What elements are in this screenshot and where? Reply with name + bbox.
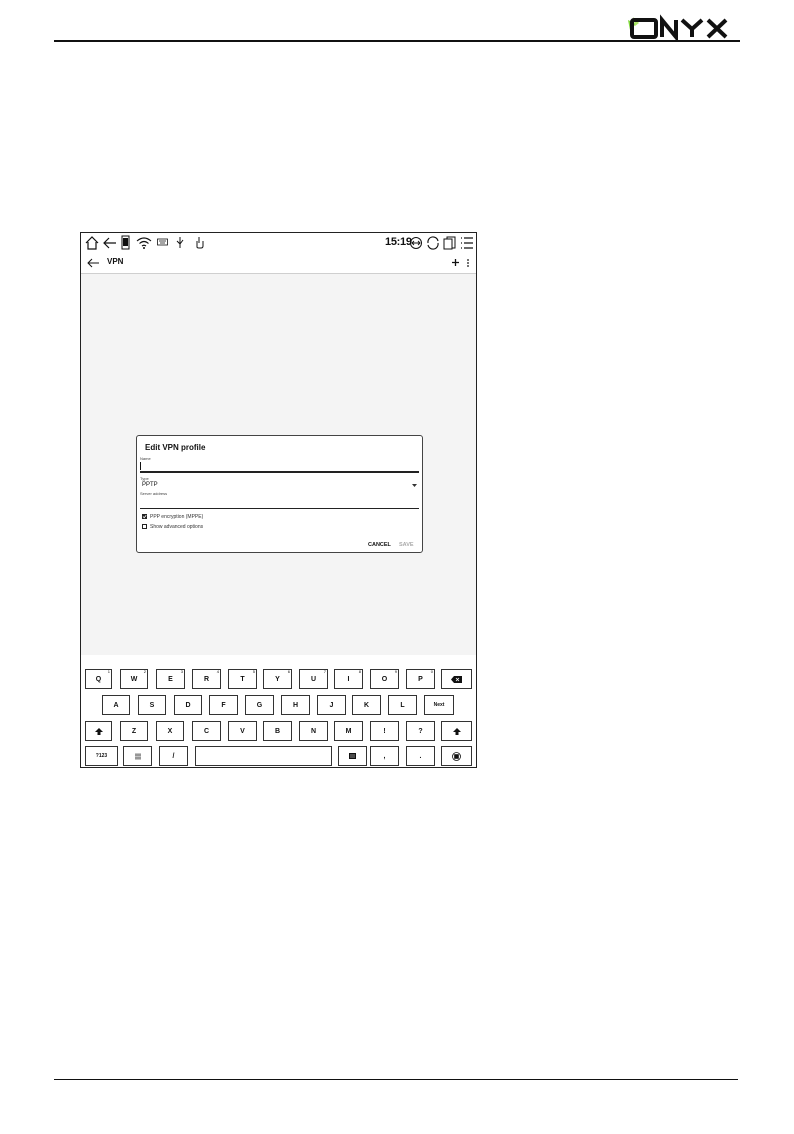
key-u[interactable]: U7	[299, 669, 328, 689]
status-bar: 15:19	[81, 233, 476, 254]
text-cursor	[140, 462, 141, 470]
save-button[interactable]: SAVE	[399, 542, 414, 548]
soft-keyboard: Q1 W2 E3 R4 T5 Y6 U7 I8 O9 P0 A S D F G …	[81, 657, 476, 767]
ppp-encryption-label: PPP encryption (MPPE)	[150, 514, 204, 520]
onyx-logo	[628, 14, 728, 40]
home-icon[interactable]	[84, 235, 100, 250]
usb-icon[interactable]	[175, 236, 185, 249]
key-l[interactable]: L	[388, 695, 417, 715]
emoji-icon	[452, 751, 461, 761]
shift-key-left[interactable]	[85, 721, 112, 741]
touch-icon[interactable]	[194, 235, 204, 249]
footer-rule	[54, 1079, 738, 1080]
server-field-underline	[140, 508, 419, 509]
device-screen: 15:19 VPN Edit VPN profile Name Type PPT…	[80, 232, 477, 768]
emoji-key[interactable]	[338, 746, 367, 766]
next-key[interactable]: Next	[424, 695, 454, 715]
server-address-field[interactable]	[140, 497, 419, 507]
key-p[interactable]: P0	[406, 669, 435, 689]
key-d[interactable]: D	[174, 695, 202, 715]
name-field[interactable]	[140, 461, 419, 471]
menu-icon[interactable]	[460, 236, 474, 250]
backspace-key[interactable]	[441, 669, 472, 689]
key-h[interactable]: H	[281, 695, 310, 715]
key-o[interactable]: O9	[370, 669, 399, 689]
key-f[interactable]: F	[209, 695, 238, 715]
cancel-button[interactable]: CANCEL	[368, 542, 391, 548]
server-address-label: Server address	[140, 491, 168, 496]
back-arrow-icon[interactable]	[86, 257, 100, 269]
language-key[interactable]	[123, 746, 152, 766]
key-m[interactable]: M	[334, 721, 363, 741]
key-slash[interactable]: /	[159, 746, 188, 766]
emoji-panel-icon	[349, 753, 356, 759]
keyboard-icon[interactable]	[157, 238, 168, 246]
app-bar: VPN	[81, 253, 476, 274]
key-exclamation[interactable]: !	[370, 721, 399, 741]
edit-vpn-dialog: Edit VPN profile Name Type PPTP Server a…	[136, 435, 423, 553]
key-b[interactable]: B	[263, 721, 292, 741]
key-period[interactable]: .	[406, 746, 435, 766]
wifi-icon[interactable]	[136, 236, 152, 249]
back-icon[interactable]	[102, 235, 118, 250]
backspace-icon	[451, 675, 462, 683]
dropdown-arrow-icon	[412, 484, 417, 487]
check-icon	[142, 514, 147, 519]
key-z[interactable]: Z	[120, 721, 148, 741]
sync-icon[interactable]	[426, 236, 440, 250]
space-key[interactable]	[195, 746, 332, 766]
key-v[interactable]: V	[228, 721, 257, 741]
key-comma[interactable]: ,	[370, 746, 399, 766]
key-w[interactable]: W2	[120, 669, 148, 689]
screenshot-icon[interactable]	[443, 236, 457, 250]
advanced-options-checkbox[interactable]	[142, 524, 147, 529]
dialog-title: Edit VPN profile	[145, 443, 206, 452]
refresh-mode-icon[interactable]	[409, 236, 423, 250]
symbols-key[interactable]: ?123	[85, 746, 118, 766]
key-y[interactable]: Y6	[263, 669, 292, 689]
page-title: VPN	[107, 257, 124, 266]
vpn-content-area: Edit VPN profile Name Type PPTP Server a…	[81, 274, 476, 655]
language-icon	[134, 752, 141, 760]
name-field-underline	[140, 471, 419, 473]
advanced-options-label: Show advanced options	[150, 524, 204, 530]
header-rule	[54, 40, 740, 42]
key-g[interactable]: G	[245, 695, 274, 715]
more-options-icon[interactable]	[466, 258, 470, 268]
key-r[interactable]: R4	[192, 669, 221, 689]
key-x[interactable]: X	[156, 721, 184, 741]
ppp-encryption-checkbox[interactable]	[142, 514, 147, 519]
emoji-face-key[interactable]	[441, 746, 472, 766]
key-t[interactable]: T5	[228, 669, 257, 689]
type-select[interactable]: PPTP	[140, 481, 419, 491]
shift-icon	[94, 727, 103, 735]
phone-icon[interactable]	[121, 235, 131, 250]
key-k[interactable]: K	[352, 695, 381, 715]
status-time: 15:19	[385, 236, 412, 248]
shift-icon	[452, 727, 461, 735]
key-a[interactable]: A	[102, 695, 130, 715]
key-i[interactable]: I8	[334, 669, 363, 689]
add-icon[interactable]	[451, 258, 460, 267]
key-n[interactable]: N	[299, 721, 328, 741]
key-j[interactable]: J	[317, 695, 346, 715]
key-q[interactable]: Q1	[85, 669, 112, 689]
key-question[interactable]: ?	[406, 721, 435, 741]
shift-key-right[interactable]	[441, 721, 472, 741]
key-e[interactable]: E3	[156, 669, 185, 689]
key-s[interactable]: S	[138, 695, 166, 715]
key-c[interactable]: C	[192, 721, 221, 741]
